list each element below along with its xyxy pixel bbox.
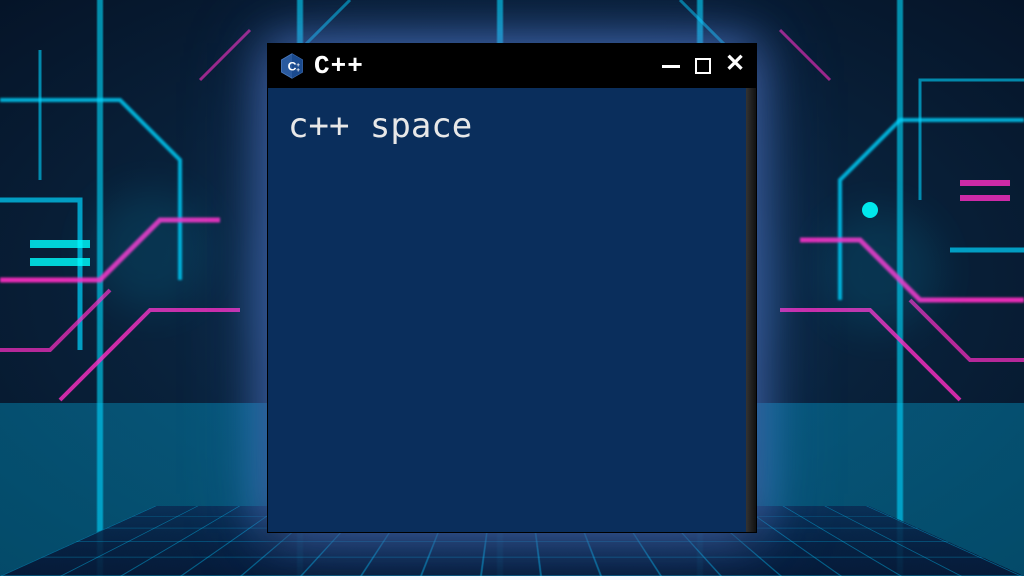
titlebar[interactable]: C + + C++ ✕ <box>268 44 756 88</box>
maximize-icon <box>695 58 711 74</box>
terminal-content[interactable]: c++ space <box>268 88 756 532</box>
scrollbar[interactable] <box>746 88 756 532</box>
minimize-icon <box>662 65 680 68</box>
maximize-button[interactable] <box>692 55 714 77</box>
terminal-text: c++ space <box>288 106 472 146</box>
close-icon: ✕ <box>725 54 745 78</box>
minimize-button[interactable] <box>660 55 682 77</box>
cpp-icon: C + + <box>278 52 306 80</box>
close-button[interactable]: ✕ <box>724 55 746 77</box>
terminal-window: C + + C++ ✕ c++ space <box>267 43 757 533</box>
window-title: C++ <box>314 51 652 81</box>
svg-text:C: C <box>288 59 297 73</box>
window-controls: ✕ <box>660 55 746 77</box>
svg-text:+: + <box>296 67 300 74</box>
